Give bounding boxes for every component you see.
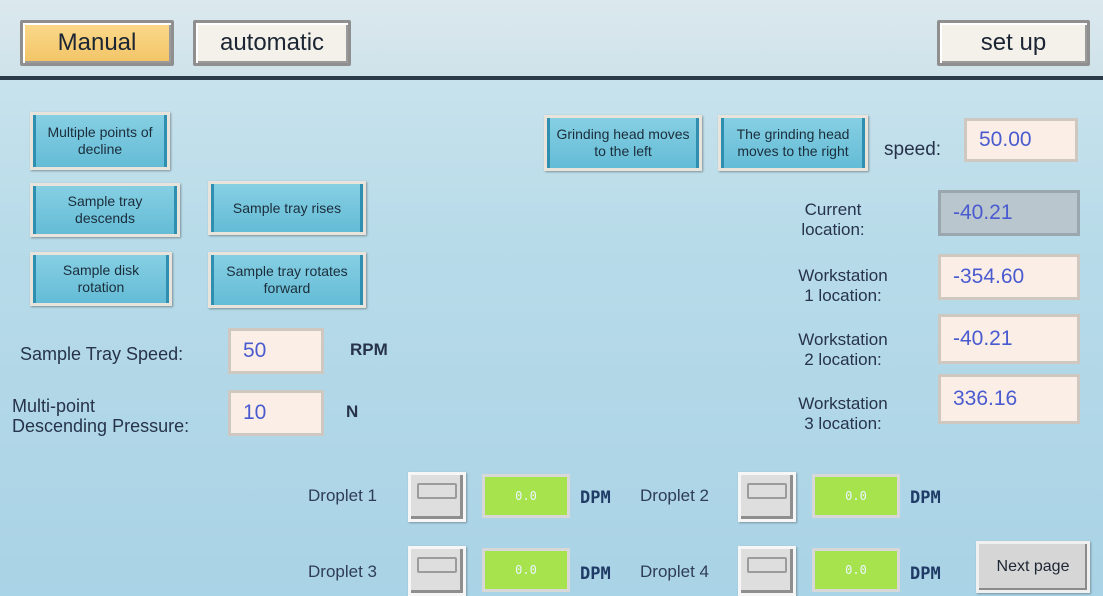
sample-tray-forward-button[interactable]: Sample tray rotates forward: [208, 252, 366, 308]
workstation-3-label: Workstation 3 location:: [798, 394, 888, 433]
droplet-1-label: Droplet 1: [308, 486, 377, 505]
workstation-3-input[interactable]: 336.16: [938, 374, 1080, 424]
sample-tray-descends-button[interactable]: Sample tray descends: [30, 183, 180, 237]
pressure-input[interactable]: 10: [228, 390, 324, 436]
mode-bar: Manual automatic set up: [0, 0, 1103, 80]
next-page-button[interactable]: Next page: [976, 541, 1090, 593]
droplet-2-unit: DPM: [910, 488, 941, 508]
n-unit: N: [346, 402, 359, 421]
speed-label: speed:: [884, 139, 942, 160]
workstation-1-input[interactable]: -354.60: [938, 254, 1080, 300]
droplet-3-value: 0.0: [482, 548, 570, 592]
workstation-2-label: Workstation 2 location:: [798, 330, 888, 369]
workstation-2-input[interactable]: -40.21: [938, 314, 1080, 364]
droplet-3-unit: DPM: [580, 564, 611, 584]
pressure-label: Multi-point Descending Pressure:: [12, 396, 190, 436]
droplet-2-label: Droplet 2: [640, 486, 709, 505]
droplet-4-value: 0.0: [812, 548, 900, 592]
droplet-4-label: Droplet 4: [640, 562, 709, 581]
droplet-1-unit: DPM: [580, 488, 611, 508]
grinding-head-right-button[interactable]: The grinding head moves to the right: [718, 115, 868, 171]
droplet-4-unit: DPM: [910, 564, 941, 584]
sample-disk-rotation-button[interactable]: Sample disk rotation: [30, 252, 172, 306]
speed-input[interactable]: 50.00: [964, 118, 1078, 162]
grinding-head-left-button[interactable]: Grinding head moves to the left: [544, 115, 702, 171]
droplet-2-value: 0.0: [812, 474, 900, 518]
multiple-points-decline-button[interactable]: Multiple points of decline: [30, 112, 170, 170]
current-location-label: Current location:: [801, 200, 865, 239]
sample-tray-rises-button[interactable]: Sample tray rises: [208, 181, 366, 235]
droplet-3-toggle[interactable]: [408, 546, 466, 596]
droplet-1-toggle[interactable]: [408, 472, 466, 522]
current-location-value: -40.21: [938, 190, 1080, 236]
droplet-3-label: Droplet 3: [308, 562, 377, 581]
workstation-1-label: Workstation 1 location:: [798, 266, 888, 305]
manual-mode-button[interactable]: Manual: [20, 20, 174, 66]
droplet-4-toggle[interactable]: [738, 546, 796, 596]
setup-button[interactable]: set up: [937, 20, 1090, 66]
automatic-mode-button[interactable]: automatic: [193, 20, 351, 66]
sample-tray-speed-input[interactable]: 50: [228, 328, 324, 374]
droplet-1-value: 0.0: [482, 474, 570, 518]
droplet-2-toggle[interactable]: [738, 472, 796, 522]
sample-tray-speed-label: Sample Tray Speed:: [20, 344, 184, 364]
rpm-unit: RPM: [350, 340, 388, 359]
